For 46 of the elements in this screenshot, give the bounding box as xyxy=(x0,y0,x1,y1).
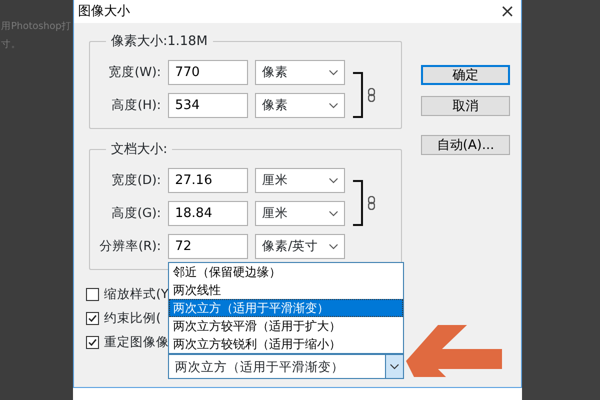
dropdown-option[interactable]: 两次立方（适用于平滑渐变） xyxy=(169,299,403,317)
chain-link-icon[interactable] xyxy=(368,196,375,210)
dropdown-option[interactable]: 邻近（保留硬边缘） xyxy=(169,263,403,281)
unit-dropdown[interactable]: 厘米 xyxy=(255,201,345,226)
unit-dropdown[interactable]: 像素 xyxy=(255,93,345,118)
field-label: 高度(H): xyxy=(110,96,161,114)
field-label: 高度(G): xyxy=(110,204,161,222)
field-label: 宽度(W): xyxy=(108,63,161,82)
checkbox[interactable] xyxy=(86,336,99,348)
number-field[interactable]: 18.84 xyxy=(168,201,248,226)
chevron-down-icon xyxy=(390,364,399,370)
unit-dropdown[interactable]: 厘米 xyxy=(255,168,345,193)
arrow-icon xyxy=(406,325,502,377)
checkbox-label: 约束比例( xyxy=(104,308,161,327)
close-button[interactable]: × xyxy=(500,2,515,20)
dropdown-option[interactable]: 两次立方较平滑（适用于扩大） xyxy=(169,317,403,335)
dialog-button[interactable]: 自动(A)... xyxy=(421,135,510,155)
dropdown-arrow-button[interactable] xyxy=(385,355,403,378)
background-text: 寸。 xyxy=(1,38,22,52)
field-label: 分辨率(R): xyxy=(98,237,161,256)
chevron-down-icon xyxy=(329,244,338,250)
checkbox[interactable] xyxy=(86,288,99,300)
chevron-down-icon xyxy=(329,178,338,184)
chain-link-icon[interactable] xyxy=(368,88,375,102)
window-title: 图像大小 xyxy=(78,2,130,21)
chevron-down-icon xyxy=(329,210,338,216)
dialog-button[interactable]: 取消 xyxy=(421,96,510,116)
checkbox-label: 重定图像像 xyxy=(104,332,169,351)
unit-dropdown[interactable]: 像素/英寸 xyxy=(255,234,345,259)
number-field[interactable]: 27.16 xyxy=(168,168,248,193)
field-label: 宽度(D): xyxy=(110,171,161,190)
chevron-down-icon xyxy=(329,102,338,108)
background-text: 用Photoshop打 xyxy=(1,20,72,34)
number-field[interactable]: 72 xyxy=(168,234,248,259)
dropdown-option[interactable]: 两次线性 xyxy=(169,281,403,299)
checkbox-label: 缩放样式(Y xyxy=(104,284,169,303)
dialog-button[interactable]: 确定 xyxy=(421,65,510,85)
group-title: 像素大小:1.18M xyxy=(110,35,209,48)
number-field[interactable]: 534 xyxy=(168,93,248,118)
checkbox[interactable] xyxy=(86,312,99,324)
dropdown-option[interactable]: 两次立方较锐利（适用于缩小） xyxy=(169,335,403,353)
group-title: 文档大小: xyxy=(110,143,168,156)
unit-dropdown[interactable]: 像素 xyxy=(255,60,345,85)
resample-dropdown[interactable]: 两次立方（适用于平滑渐变） xyxy=(168,354,404,379)
number-field[interactable]: 770 xyxy=(168,60,248,85)
chevron-down-icon xyxy=(329,70,338,76)
